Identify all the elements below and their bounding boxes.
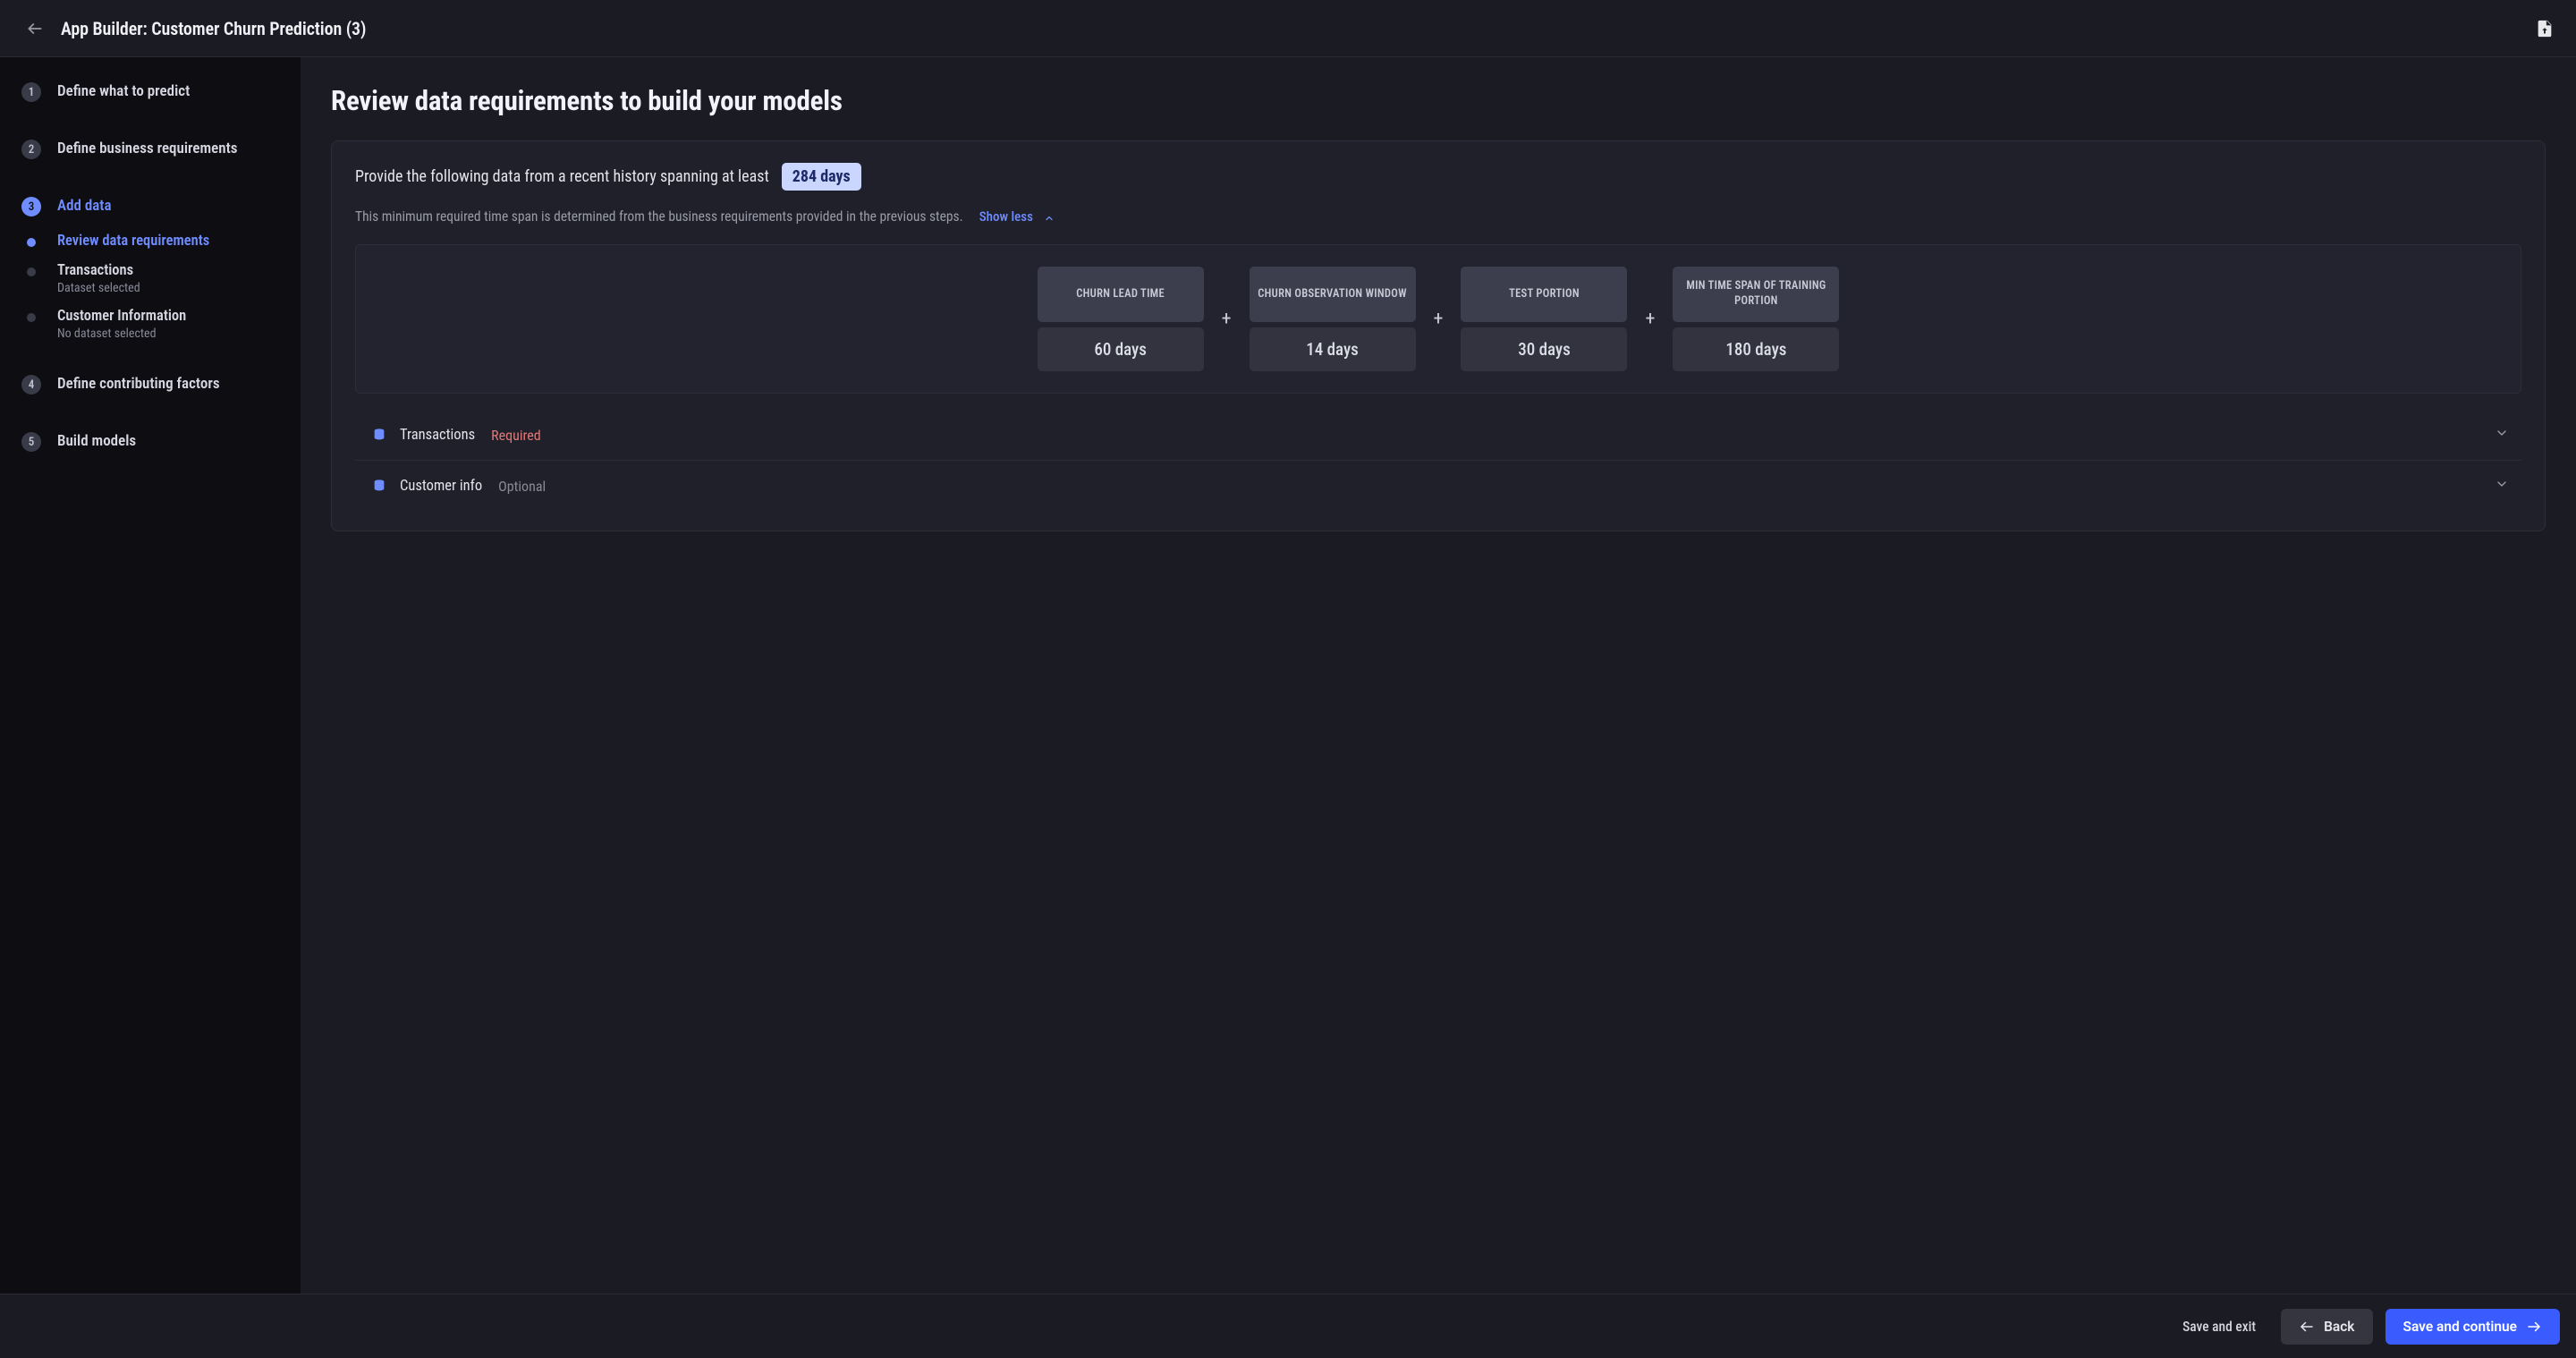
dataset-tag: Required — [491, 427, 541, 444]
chevron-down-icon — [2495, 477, 2509, 495]
step-number: 3 — [21, 197, 41, 216]
step-title: Define business requirements — [57, 138, 284, 157]
step-number: 1 — [21, 82, 41, 102]
save-and-continue-button[interactable]: Save and continue — [2385, 1309, 2561, 1345]
sidebar-step-contributing-factors[interactable]: 4 Define contributing factors — [21, 373, 284, 395]
plus-icon: + — [1222, 308, 1232, 330]
main-heading: Review data requirements to build your m… — [331, 84, 2546, 117]
step-title: Define what to predict — [57, 81, 284, 100]
time-formula: CHURN LEAD TIME 60 days + CHURN OBSERVAT… — [355, 244, 2521, 394]
step-number: 5 — [21, 432, 41, 452]
sidebar-substep-transactions[interactable]: Transactions Dataset selected — [21, 262, 284, 295]
plus-icon: + — [1434, 308, 1444, 330]
term-training-portion: MIN TIME SPAN OF TRAINING PORTION 180 da… — [1673, 267, 1839, 371]
substep-subtitle: Dataset selected — [57, 281, 284, 295]
chevron-down-icon — [2495, 426, 2509, 444]
substep-dot-icon — [27, 313, 36, 322]
show-less-label: Show less — [979, 208, 1033, 225]
term-churn-lead: CHURN LEAD TIME 60 days — [1038, 267, 1204, 371]
substep-dot-icon — [27, 267, 36, 276]
sidebar-substep-review-reqs[interactable]: Review data requirements — [21, 233, 284, 250]
sidebar-substep-customer-info[interactable]: Customer Information No dataset selected — [21, 308, 284, 341]
intro-text: Provide the following data from a recent… — [355, 167, 769, 186]
term-observation-window: CHURN OBSERVATION WINDOW 14 days — [1250, 267, 1416, 371]
dataset-row-transactions[interactable]: Transactions Required — [355, 410, 2521, 460]
back-button-label: Back — [2324, 1319, 2354, 1335]
back-button[interactable]: Back — [2281, 1309, 2372, 1345]
page-title: App Builder: Customer Churn Prediction (… — [61, 18, 366, 39]
chevron-up-icon — [1044, 211, 1055, 222]
substep-title: Customer Information — [57, 308, 284, 325]
term-value: 14 days — [1250, 327, 1416, 371]
substep-subtitle: No dataset selected — [57, 327, 284, 341]
term-value: 30 days — [1461, 327, 1627, 371]
plus-icon: + — [1645, 308, 1655, 330]
sidebar-step-define-predict[interactable]: 1 Define what to predict — [21, 81, 284, 102]
sidebar-step-add-data[interactable]: 3 Add data — [21, 195, 284, 216]
step-title: Build models — [57, 430, 284, 450]
term-value: 180 days — [1673, 327, 1839, 371]
requirements-card: Provide the following data from a recent… — [331, 140, 2546, 531]
term-value: 60 days — [1038, 327, 1204, 371]
step-number: 4 — [21, 375, 41, 395]
days-badge: 284 days — [782, 163, 861, 191]
sidebar-step-build-models[interactable]: 5 Build models — [21, 430, 284, 452]
explanation-text: This minimum required time span is deter… — [355, 208, 963, 225]
database-icon — [371, 428, 387, 442]
dataset-name: Customer info — [400, 478, 482, 495]
substep-dot-icon — [27, 238, 36, 247]
step-title: Add data — [57, 195, 284, 215]
term-test-portion: TEST PORTION 30 days — [1461, 267, 1627, 371]
file-upload-icon[interactable] — [2535, 18, 2555, 39]
database-icon — [371, 479, 387, 493]
dataset-name: Transactions — [400, 427, 475, 444]
term-label: CHURN LEAD TIME — [1038, 267, 1204, 322]
save-continue-label: Save and continue — [2403, 1319, 2518, 1335]
substep-title: Transactions — [57, 262, 284, 279]
term-label: TEST PORTION — [1461, 267, 1627, 322]
show-less-toggle[interactable]: Show less — [979, 208, 1055, 225]
substep-title: Review data requirements — [57, 233, 284, 250]
dataset-row-customer-info[interactable]: Customer info Optional — [355, 460, 2521, 511]
term-label: CHURN OBSERVATION WINDOW — [1250, 267, 1416, 322]
step-title: Define contributing factors — [57, 373, 284, 393]
step-number: 2 — [21, 140, 41, 159]
back-arrow-icon[interactable] — [25, 19, 45, 38]
term-label: MIN TIME SPAN OF TRAINING PORTION — [1673, 267, 1839, 322]
sidebar-step-business-reqs[interactable]: 2 Define business requirements — [21, 138, 284, 159]
dataset-tag: Optional — [498, 478, 546, 495]
save-and-exit-link[interactable]: Save and exit — [2170, 1319, 2268, 1335]
